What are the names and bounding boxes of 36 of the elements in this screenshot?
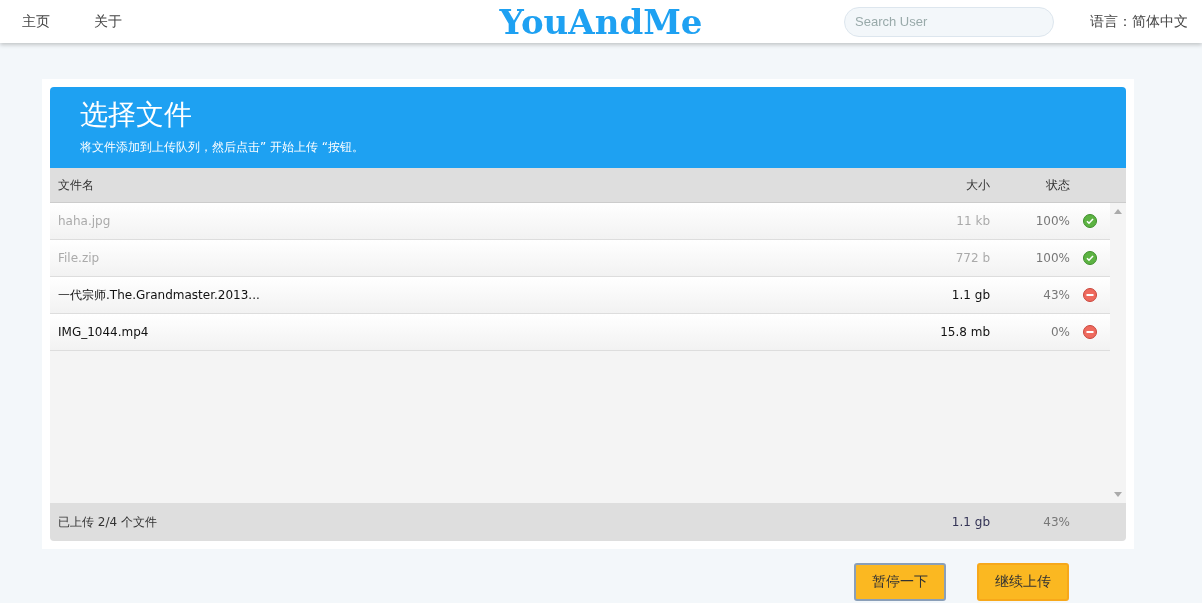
file-name: File.zip	[57, 251, 101, 265]
file-size: 15.8 mb	[939, 325, 990, 339]
language-selector[interactable]: 语言：简体中文	[1090, 12, 1188, 31]
panel-subtitle: 将文件添加到上传队列，然后点击” 开始上传 “按钮。	[80, 139, 366, 156]
column-header: 文件名	[57, 176, 95, 194]
action-button[interactable]: 继续上传	[977, 563, 1069, 601]
remove-icon[interactable]	[1083, 325, 1097, 339]
scroll-down-icon[interactable]	[1114, 492, 1122, 497]
total-size: 1.1 gb	[950, 515, 990, 529]
file-progress: 0%	[1049, 325, 1070, 339]
file-size: 1.1 gb	[950, 288, 990, 302]
search-field[interactable]: Search User	[844, 6, 1054, 37]
file-row[interactable]: haha.jpg 11 kb 100%	[50, 203, 1110, 240]
action-button[interactable]: 暂停一下	[854, 563, 946, 601]
file-row[interactable]: File.zip 772 b 100%	[50, 240, 1110, 277]
check-icon	[1083, 214, 1097, 228]
remove-icon[interactable]	[1083, 288, 1097, 302]
check-icon	[1083, 251, 1097, 265]
file-row[interactable]: IMG_1044.mp4 15.8 mb 0%	[50, 314, 1110, 351]
file-row[interactable]: 一代宗师.The.Grandmaster.2013... 1.1 gb 43%	[50, 277, 1110, 314]
file-progress: 43%	[1042, 288, 1070, 302]
logo: YouAndMe	[499, 1, 703, 42]
file-name: haha.jpg	[57, 214, 112, 228]
column-header: 状态	[1045, 176, 1070, 194]
file-name: 一代宗师.The.Grandmaster.2013...	[57, 286, 261, 304]
nav-link[interactable]: 主页	[22, 12, 50, 31]
column-header: 大小	[965, 176, 990, 194]
nav-link[interactable]: 关于	[94, 12, 122, 31]
file-progress: 100%	[1034, 251, 1070, 265]
panel-title: 选择文件	[80, 97, 193, 133]
file-size: 772 b	[954, 251, 990, 265]
file-name: IMG_1044.mp4	[57, 325, 150, 339]
file-progress: 100%	[1034, 214, 1070, 228]
file-size: 11 kb	[955, 214, 990, 228]
upload-summary: 已上传 2/4 个文件	[57, 513, 158, 531]
scroll-up-icon[interactable]	[1114, 209, 1122, 214]
